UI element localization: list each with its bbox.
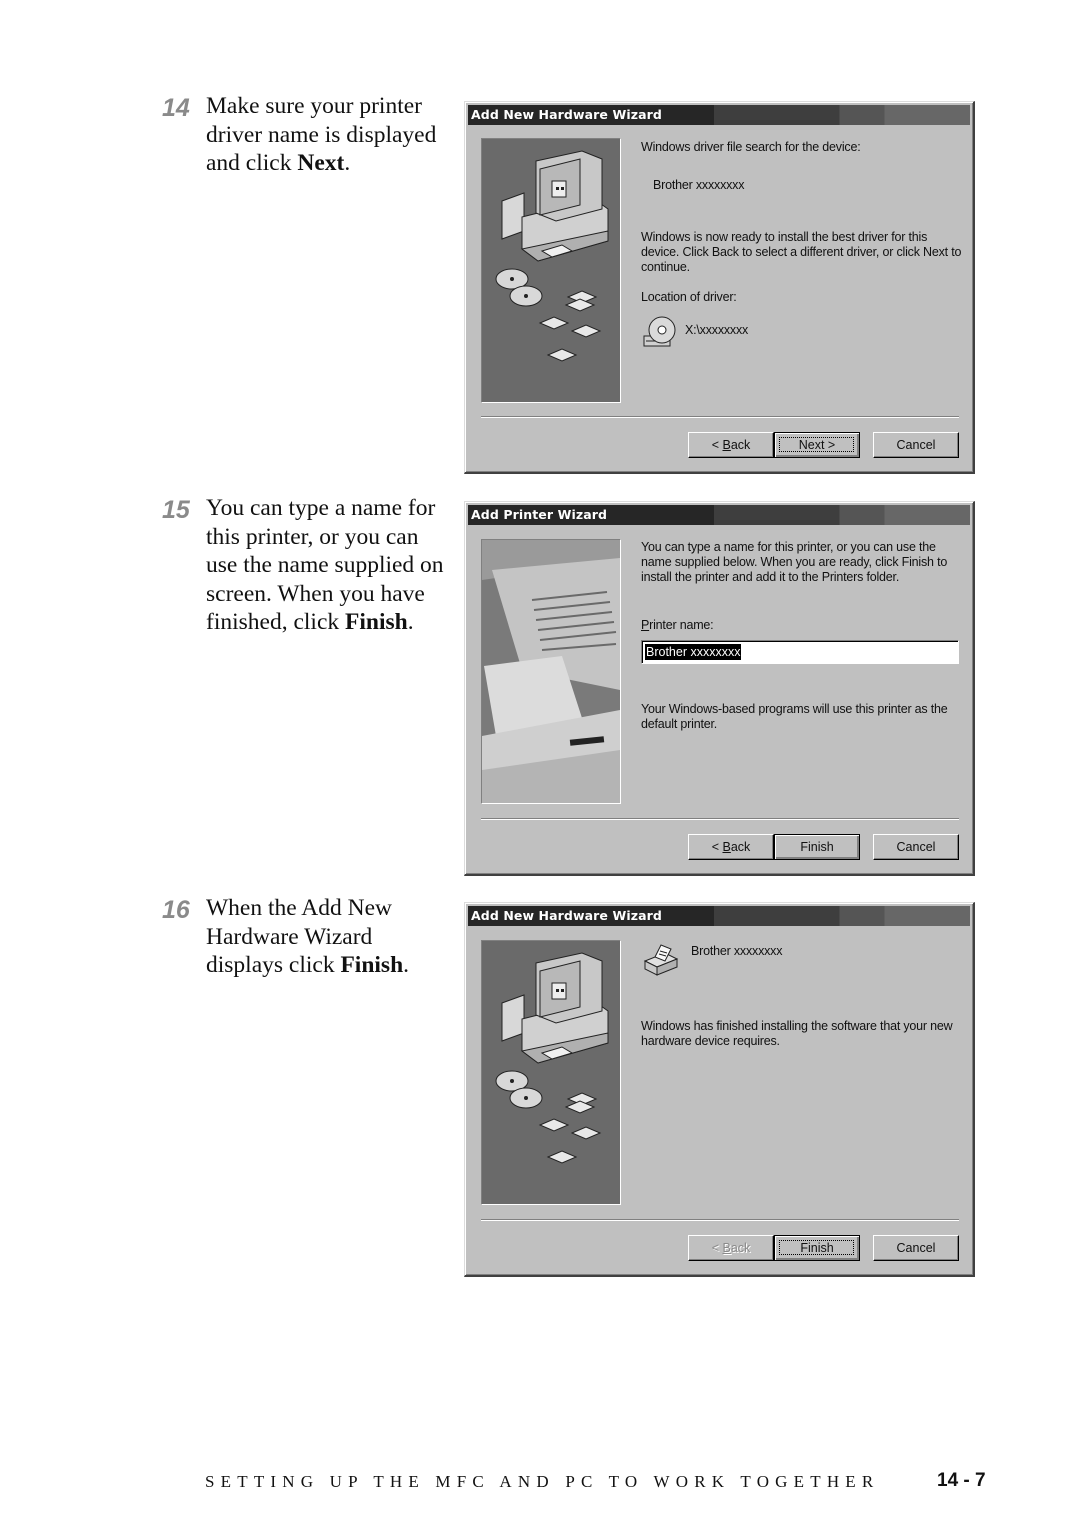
back-button[interactable]: < Back bbox=[688, 432, 774, 458]
step-text: Make sure your printer driver name is di… bbox=[206, 93, 437, 176]
page-number: 14 - 7 bbox=[937, 1470, 986, 1491]
floppy-icons bbox=[538, 1092, 602, 1164]
add-printer-wizard-dialog: Add Printer Wizard You can type a name f… bbox=[464, 501, 975, 876]
add-new-hardware-wizard-finished-dialog: Add New Hardware Wizard Brother xxxxxxxx… bbox=[464, 902, 975, 1277]
step-text: When the Add New Hardware Wizard display… bbox=[206, 895, 410, 978]
search-label: Windows driver file search for the devic… bbox=[641, 140, 861, 154]
floppy-icons bbox=[538, 290, 602, 362]
printer-name-input[interactable]: Brother xxxxxxxx bbox=[641, 640, 959, 664]
computer-icon bbox=[501, 952, 609, 1064]
separator bbox=[481, 818, 959, 820]
location-label: Location of driver: bbox=[641, 290, 737, 304]
step-number: 14 bbox=[162, 94, 190, 122]
step-number: 15 bbox=[162, 496, 190, 524]
intro-text: You can type a name for this printer, or… bbox=[641, 540, 948, 584]
step-text: You can type a name for this printer, or… bbox=[206, 495, 444, 635]
finish-button[interactable]: Finish bbox=[774, 834, 860, 860]
separator bbox=[481, 416, 959, 418]
back-button-disabled: < Back bbox=[688, 1235, 774, 1261]
location-value: X:\xxxxxxxx bbox=[685, 323, 749, 337]
default-printer-text: Your Windows-based programs will use thi… bbox=[641, 702, 948, 731]
ready-text: Windows is now ready to install the best… bbox=[641, 230, 962, 274]
dialog-title: Add Printer Wizard bbox=[471, 507, 608, 522]
title-bar: Add Printer Wizard bbox=[468, 505, 970, 525]
finish-button[interactable]: Finish bbox=[774, 1235, 860, 1261]
cd-icons bbox=[495, 268, 543, 307]
hardware-illustration bbox=[481, 138, 621, 403]
printer-name-label: Printer name: bbox=[641, 618, 714, 632]
hardware-illustration bbox=[481, 940, 621, 1205]
finished-text: Windows has finished installing the soft… bbox=[641, 1019, 953, 1048]
device-name: Brother xxxxxxxx bbox=[653, 178, 745, 192]
step-number: 16 bbox=[162, 896, 190, 924]
cancel-button[interactable]: Cancel bbox=[873, 834, 959, 860]
cancel-button[interactable]: Cancel bbox=[873, 432, 959, 458]
cd-drive-icon bbox=[642, 314, 678, 355]
section-title-footer: SETTING UP THE MFC AND PC TO WORK TOGETH… bbox=[205, 1472, 880, 1491]
printer-icon bbox=[641, 943, 681, 984]
printer-name-value: Brother xxxxxxxx bbox=[645, 644, 742, 660]
title-bar: Add New Hardware Wizard bbox=[468, 906, 970, 926]
cd-icons bbox=[495, 1070, 543, 1109]
add-new-hardware-wizard-dialog: Add New Hardware Wizard Windows driver f… bbox=[464, 101, 975, 474]
dialog-title: Add New Hardware Wizard bbox=[471, 908, 662, 923]
cancel-button[interactable]: Cancel bbox=[873, 1235, 959, 1261]
back-button[interactable]: < Back bbox=[688, 834, 774, 860]
title-bar: Add New Hardware Wizard bbox=[468, 105, 970, 125]
device-name: Brother xxxxxxxx bbox=[691, 944, 783, 958]
printer-photo bbox=[481, 539, 621, 804]
dialog-title: Add New Hardware Wizard bbox=[471, 107, 662, 122]
next-button[interactable]: Next > bbox=[774, 432, 860, 458]
computer-icon bbox=[501, 150, 609, 262]
separator bbox=[481, 1219, 959, 1221]
